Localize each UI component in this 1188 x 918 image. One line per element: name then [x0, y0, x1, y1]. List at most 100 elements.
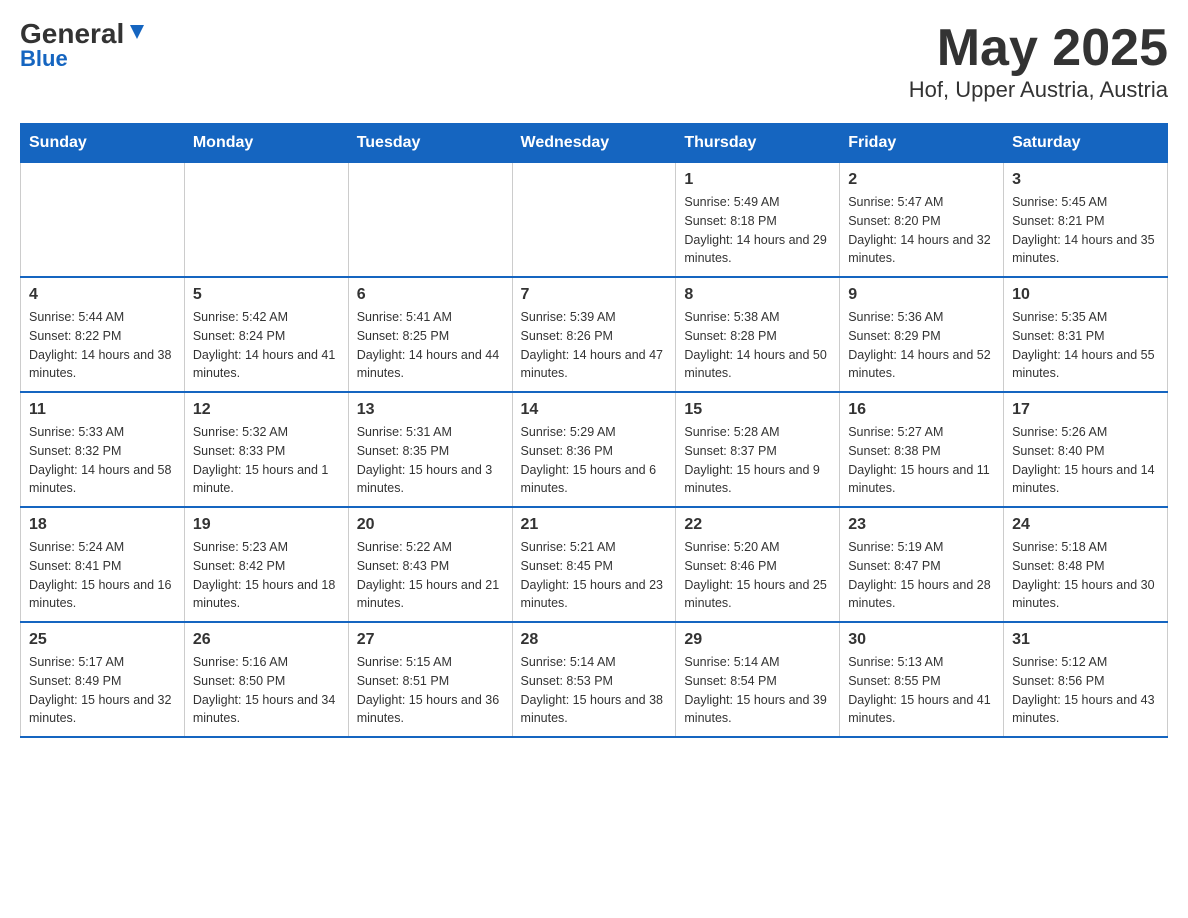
header-sunday: Sunday — [21, 124, 185, 163]
table-row: 3 Sunrise: 5:45 AMSunset: 8:21 PMDaylight… — [1004, 163, 1168, 278]
day-info: Sunrise: 5:44 AMSunset: 8:22 PMDaylight:… — [29, 308, 176, 383]
table-row: 6 Sunrise: 5:41 AMSunset: 8:25 PMDaylight… — [348, 277, 512, 392]
logo: General Blue — [20, 20, 148, 72]
day-info: Sunrise: 5:28 AMSunset: 8:37 PMDaylight:… — [684, 423, 831, 498]
day-number: 19 — [193, 516, 340, 534]
table-row: 11 Sunrise: 5:33 AMSunset: 8:32 PMDayligh… — [21, 392, 185, 507]
table-row: 17 Sunrise: 5:26 AMSunset: 8:40 PMDayligh… — [1004, 392, 1168, 507]
day-info: Sunrise: 5:49 AMSunset: 8:18 PMDaylight:… — [684, 193, 831, 268]
calendar-title: May 2025 — [909, 20, 1168, 77]
table-row: 1 Sunrise: 5:49 AMSunset: 8:18 PMDaylight… — [676, 163, 840, 278]
day-number: 26 — [193, 631, 340, 649]
day-info: Sunrise: 5:12 AMSunset: 8:56 PMDaylight:… — [1012, 653, 1159, 728]
header-monday: Monday — [184, 124, 348, 163]
day-number: 20 — [357, 516, 504, 534]
table-row: 12Sunrise: 5:32 AMSunset: 8:33 PMDayligh… — [184, 392, 348, 507]
day-number: 15 — [684, 401, 831, 419]
table-row: 25Sunrise: 5:17 AMSunset: 8:49 PMDayligh… — [21, 622, 185, 737]
table-row: 15 Sunrise: 5:28 AMSunset: 8:37 PMDayligh… — [676, 392, 840, 507]
table-row: 24Sunrise: 5:18 AMSunset: 8:48 PMDayligh… — [1004, 507, 1168, 622]
table-row: 19Sunrise: 5:23 AMSunset: 8:42 PMDayligh… — [184, 507, 348, 622]
header-thursday: Thursday — [676, 124, 840, 163]
day-info: Sunrise: 5:17 AMSunset: 8:49 PMDaylight:… — [29, 653, 176, 728]
day-number: 21 — [521, 516, 668, 534]
day-info: Sunrise: 5:45 AMSunset: 8:21 PMDaylight:… — [1012, 193, 1159, 268]
header-friday: Friday — [840, 124, 1004, 163]
day-number: 6 — [357, 286, 504, 304]
table-row: 26 Sunrise: 5:16 AMSunset: 8:50 PMDayligh… — [184, 622, 348, 737]
day-number: 11 — [29, 401, 176, 419]
day-number: 2 — [848, 171, 995, 189]
day-info: Sunrise: 5:24 AMSunset: 8:41 PMDaylight:… — [29, 538, 176, 613]
day-number: 1 — [684, 171, 831, 189]
day-number: 28 — [521, 631, 668, 649]
day-number: 29 — [684, 631, 831, 649]
day-info: Sunrise: 5:33 AMSunset: 8:32 PMDaylight:… — [29, 423, 176, 498]
table-row: 20 Sunrise: 5:22 AMSunset: 8:43 PMDayligh… — [348, 507, 512, 622]
table-row: 16 Sunrise: 5:27 AMSunset: 8:38 PMDayligh… — [840, 392, 1004, 507]
day-info: Sunrise: 5:26 AMSunset: 8:40 PMDaylight:… — [1012, 423, 1159, 498]
header-tuesday: Tuesday — [348, 124, 512, 163]
day-info: Sunrise: 5:31 AMSunset: 8:35 PMDaylight:… — [357, 423, 504, 498]
calendar-subtitle: Hof, Upper Austria, Austria — [909, 77, 1168, 103]
table-row: 8 Sunrise: 5:38 AMSunset: 8:28 PMDaylight… — [676, 277, 840, 392]
calendar-header-row: Sunday Monday Tuesday Wednesday Thursday… — [21, 124, 1168, 163]
table-row: 22 Sunrise: 5:20 AMSunset: 8:46 PMDayligh… — [676, 507, 840, 622]
day-number: 16 — [848, 401, 995, 419]
day-info: Sunrise: 5:14 AMSunset: 8:53 PMDaylight:… — [521, 653, 668, 728]
day-number: 23 — [848, 516, 995, 534]
day-number: 30 — [848, 631, 995, 649]
day-number: 4 — [29, 286, 176, 304]
table-row: 9Sunrise: 5:36 AMSunset: 8:29 PMDaylight… — [840, 277, 1004, 392]
day-info: Sunrise: 5:47 AMSunset: 8:20 PMDaylight:… — [848, 193, 995, 268]
table-row: 7 Sunrise: 5:39 AMSunset: 8:26 PMDaylight… — [512, 277, 676, 392]
calendar-week-row: 11 Sunrise: 5:33 AMSunset: 8:32 PMDayligh… — [21, 392, 1168, 507]
day-number: 9 — [848, 286, 995, 304]
header-wednesday: Wednesday — [512, 124, 676, 163]
day-info: Sunrise: 5:16 AMSunset: 8:50 PMDaylight:… — [193, 653, 340, 728]
calendar-week-row: 18 Sunrise: 5:24 AMSunset: 8:41 PMDayligh… — [21, 507, 1168, 622]
day-number: 5 — [193, 286, 340, 304]
table-row: 14Sunrise: 5:29 AMSunset: 8:36 PMDayligh… — [512, 392, 676, 507]
logo-blue: Blue — [20, 46, 68, 72]
table-row — [21, 163, 185, 278]
day-info: Sunrise: 5:42 AMSunset: 8:24 PMDaylight:… — [193, 308, 340, 383]
title-area: May 2025 Hof, Upper Austria, Austria — [909, 20, 1168, 103]
header-saturday: Saturday — [1004, 124, 1168, 163]
day-info: Sunrise: 5:27 AMSunset: 8:38 PMDaylight:… — [848, 423, 995, 498]
table-row: 10 Sunrise: 5:35 AMSunset: 8:31 PMDayligh… — [1004, 277, 1168, 392]
day-number: 18 — [29, 516, 176, 534]
table-row: 29 Sunrise: 5:14 AMSunset: 8:54 PMDayligh… — [676, 622, 840, 737]
table-row: 2 Sunrise: 5:47 AMSunset: 8:20 PMDaylight… — [840, 163, 1004, 278]
day-number: 22 — [684, 516, 831, 534]
calendar-week-row: 4 Sunrise: 5:44 AMSunset: 8:22 PMDaylight… — [21, 277, 1168, 392]
day-number: 10 — [1012, 286, 1159, 304]
day-info: Sunrise: 5:20 AMSunset: 8:46 PMDaylight:… — [684, 538, 831, 613]
day-number: 24 — [1012, 516, 1159, 534]
day-info: Sunrise: 5:38 AMSunset: 8:28 PMDaylight:… — [684, 308, 831, 383]
calendar-table: Sunday Monday Tuesday Wednesday Thursday… — [20, 123, 1168, 738]
day-number: 3 — [1012, 171, 1159, 189]
table-row: 18 Sunrise: 5:24 AMSunset: 8:41 PMDayligh… — [21, 507, 185, 622]
day-number: 27 — [357, 631, 504, 649]
day-info: Sunrise: 5:13 AMSunset: 8:55 PMDaylight:… — [848, 653, 995, 728]
table-row: 4 Sunrise: 5:44 AMSunset: 8:22 PMDaylight… — [21, 277, 185, 392]
day-number: 8 — [684, 286, 831, 304]
day-info: Sunrise: 5:22 AMSunset: 8:43 PMDaylight:… — [357, 538, 504, 613]
day-number: 7 — [521, 286, 668, 304]
table-row: 5 Sunrise: 5:42 AMSunset: 8:24 PMDaylight… — [184, 277, 348, 392]
day-number: 31 — [1012, 631, 1159, 649]
table-row: 28 Sunrise: 5:14 AMSunset: 8:53 PMDayligh… — [512, 622, 676, 737]
table-row: 31 Sunrise: 5:12 AMSunset: 8:56 PMDayligh… — [1004, 622, 1168, 737]
day-info: Sunrise: 5:35 AMSunset: 8:31 PMDaylight:… — [1012, 308, 1159, 383]
table-row — [512, 163, 676, 278]
day-info: Sunrise: 5:21 AMSunset: 8:45 PMDaylight:… — [521, 538, 668, 613]
day-number: 17 — [1012, 401, 1159, 419]
day-info: Sunrise: 5:39 AMSunset: 8:26 PMDaylight:… — [521, 308, 668, 383]
day-info: Sunrise: 5:41 AMSunset: 8:25 PMDaylight:… — [357, 308, 504, 383]
day-info: Sunrise: 5:14 AMSunset: 8:54 PMDaylight:… — [684, 653, 831, 728]
page-header: General Blue May 2025 Hof, Upper Austria… — [20, 20, 1168, 103]
logo-triangle-icon — [126, 21, 148, 43]
table-row: 30 Sunrise: 5:13 AMSunset: 8:55 PMDayligh… — [840, 622, 1004, 737]
table-row: 23Sunrise: 5:19 AMSunset: 8:47 PMDayligh… — [840, 507, 1004, 622]
